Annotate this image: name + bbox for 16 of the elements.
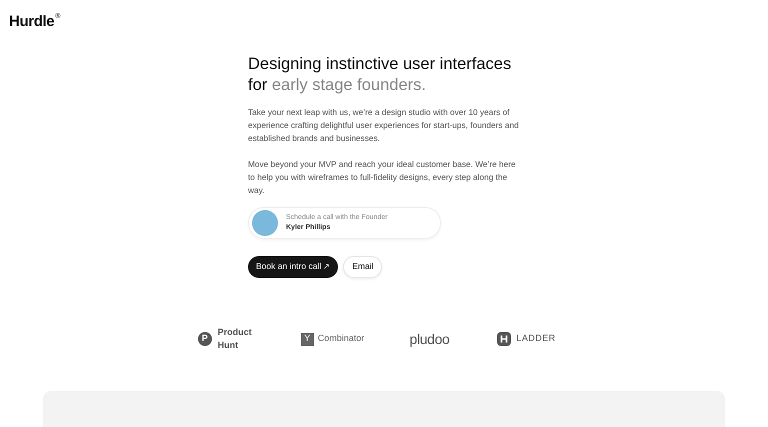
- hero-title-lead: for: [248, 76, 268, 94]
- hero-title-line: Designing instinctive user interfaces: [248, 54, 512, 74]
- logo-label: Product Hunt: [218, 326, 253, 352]
- intro-call-button[interactable]: Book an intro call ↗: [248, 256, 338, 278]
- y-logo-icon: Y: [300, 332, 314, 346]
- email-button[interactable]: Email: [343, 256, 382, 278]
- brand-logo[interactable]: Hurdle: [9, 11, 54, 34]
- hero-paragraph: Take your next leap with us, we’re a design studio with over 10 years of experience crafting delightful user experiences for start-ups, founders and established brands and businesses.: [248, 106, 520, 144]
- avatar-placeholder: [252, 210, 278, 236]
- logo-label: LADDER: [516, 332, 556, 346]
- hero-title-muted: early stage founders.: [272, 76, 426, 94]
- ladder-logo-icon: [497, 332, 512, 346]
- logo-wordmark: pludoo: [410, 330, 450, 349]
- product-hunt-logo-icon: P: [198, 332, 212, 346]
- logo-label: Combinator: [318, 332, 364, 346]
- hero-paragraph: Move beyond your MVP and reach your ideal customer base. We’re here to help you with wireframes to full-fidelity designs, every step along the way.: [248, 158, 517, 196]
